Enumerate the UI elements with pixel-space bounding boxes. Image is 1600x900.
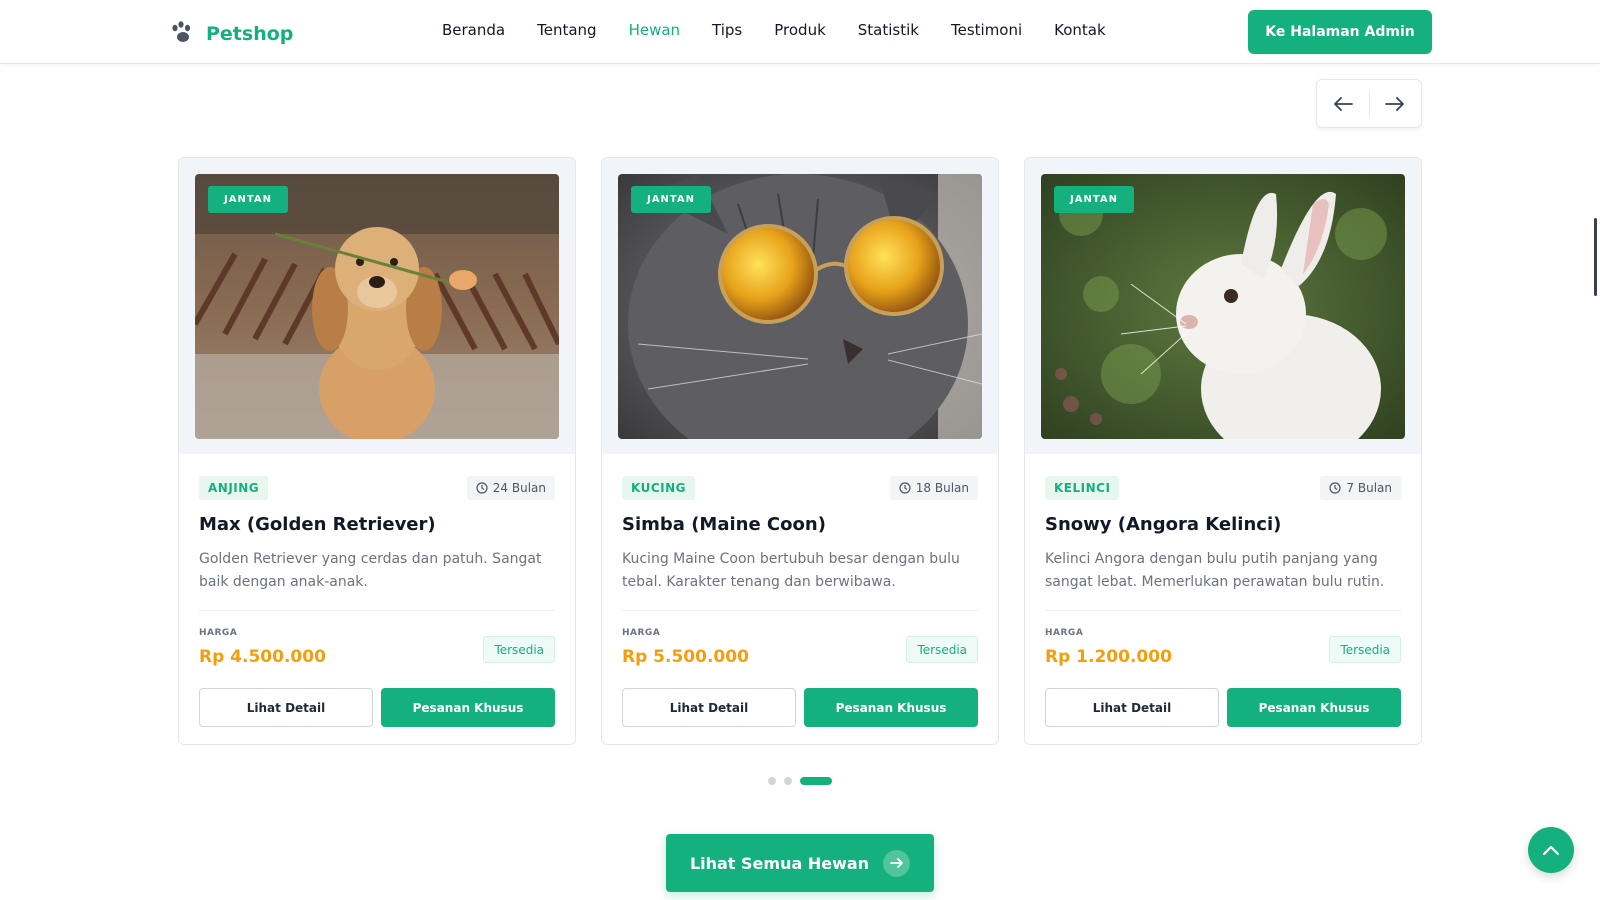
special-order-button[interactable]: Pesanan Khusus	[804, 688, 978, 727]
price-value: Rp 5.500.000	[622, 647, 749, 667]
paw-icon	[170, 20, 196, 48]
price-label: HARGA	[622, 628, 661, 638]
admin-page-button[interactable]: Ke Halaman Admin	[1248, 10, 1432, 54]
see-all-label: Lihat Semua Hewan	[689, 853, 870, 873]
chevron-up-icon	[1542, 845, 1560, 856]
brand-logo[interactable]: Petshop	[170, 20, 293, 48]
special-order-button[interactable]: Pesanan Khusus	[381, 688, 555, 727]
age-badge: 18 Bulan	[889, 476, 978, 500]
pet-card-snowy: JANTAN KELINCI 7 Bulan Snowy (Angora Kel…	[1024, 157, 1422, 745]
nav-link-hewan[interactable]: Hewan	[629, 21, 680, 39]
carousel-prev-button[interactable]	[1317, 80, 1369, 127]
pet-description: Golden Retriever yang cerdas dan patuh. …	[199, 551, 542, 590]
gender-badge: JANTAN	[631, 186, 711, 213]
age-badge: 24 Bulan	[466, 476, 555, 500]
card-divider	[199, 610, 555, 611]
pet-description: Kucing Maine Coon bertubuh besar dengan …	[622, 551, 960, 590]
see-all-pets-button[interactable]: Lihat Semua Hewan	[666, 834, 934, 892]
availability-badge: Tersedia	[483, 636, 555, 663]
nav-link-kontak[interactable]: Kontak	[1054, 21, 1106, 39]
pet-photo-dog[interactable]	[195, 174, 559, 439]
pet-name[interactable]: Snowy (Angora Kelinci)	[1045, 514, 1281, 535]
gender-badge: JANTAN	[1054, 186, 1134, 213]
view-detail-button[interactable]: Lihat Detail	[622, 688, 796, 727]
scrollbar-thumb[interactable]	[1594, 218, 1597, 296]
pet-photo-rabbit[interactable]	[1041, 174, 1405, 439]
pet-name[interactable]: Max (Golden Retriever)	[199, 514, 436, 535]
carousel-dot-3[interactable]	[800, 777, 832, 785]
species-badge: ANJING	[199, 476, 269, 500]
clock-icon	[476, 482, 488, 494]
pet-photo-cat[interactable]	[618, 174, 982, 439]
clock-icon	[1329, 482, 1342, 494]
arrow-left-icon	[1333, 96, 1353, 111]
price-label: HARGA	[199, 628, 238, 638]
back-to-top-button[interactable]	[1528, 827, 1574, 873]
view-detail-button[interactable]: Lihat Detail	[199, 688, 373, 727]
species-badge: KELINCI	[1045, 476, 1120, 500]
age-badge: 7 Bulan	[1320, 476, 1401, 500]
nav-link-testimoni[interactable]: Testimoni	[951, 21, 1022, 39]
special-order-button[interactable]: Pesanan Khusus	[1227, 688, 1401, 727]
card-divider	[622, 610, 978, 611]
view-detail-button[interactable]: Lihat Detail	[1045, 688, 1219, 727]
price-value: Rp 4.500.000	[199, 647, 326, 667]
gender-badge: JANTAN	[208, 186, 288, 213]
price-value: Rp 1.200.000	[1045, 647, 1172, 667]
nav-link-produk[interactable]: Produk	[774, 21, 826, 39]
pet-description: Kelinci Angora dengan bulu putih panjang…	[1045, 551, 1385, 590]
nav-link-tips[interactable]: Tips	[712, 21, 742, 39]
arrow-right-icon	[883, 849, 911, 877]
navbar: Petshop Beranda Tentang Hewan Tips Produ…	[0, 0, 1600, 64]
availability-badge: Tersedia	[906, 636, 978, 663]
brand-name: Petshop	[206, 23, 294, 45]
age-text: 24 Bulan	[492, 481, 546, 495]
carousel-dot-2[interactable]	[784, 777, 792, 785]
pet-card-max: JANTAN ANJING 24 Bulan Max (Golden Retri…	[178, 157, 576, 745]
availability-badge: Tersedia	[1329, 636, 1401, 663]
nav-link-beranda[interactable]: Beranda	[442, 21, 505, 39]
nav-link-tentang[interactable]: Tentang	[537, 21, 596, 39]
carousel-dot-1[interactable]	[768, 777, 776, 785]
carousel-arrows	[1316, 79, 1422, 128]
carousel-pagination	[768, 777, 832, 785]
clock-icon	[899, 482, 911, 494]
nav-links: Beranda Tentang Hewan Tips Produk Statis…	[442, 21, 1106, 39]
nav-link-statistik[interactable]: Statistik	[858, 21, 919, 39]
arrow-right-icon	[1385, 96, 1405, 111]
carousel-next-button[interactable]	[1370, 80, 1422, 127]
pet-card-simba: JANTAN KUCING 18 Bulan Simba (Maine Coon…	[601, 157, 999, 745]
pet-name[interactable]: Simba (Maine Coon)	[622, 514, 826, 535]
age-text: 18 Bulan	[915, 481, 969, 495]
card-divider	[1045, 610, 1401, 611]
price-label: HARGA	[1045, 628, 1084, 638]
age-text: 7 Bulan	[1346, 481, 1392, 495]
species-badge: KUCING	[622, 476, 695, 500]
